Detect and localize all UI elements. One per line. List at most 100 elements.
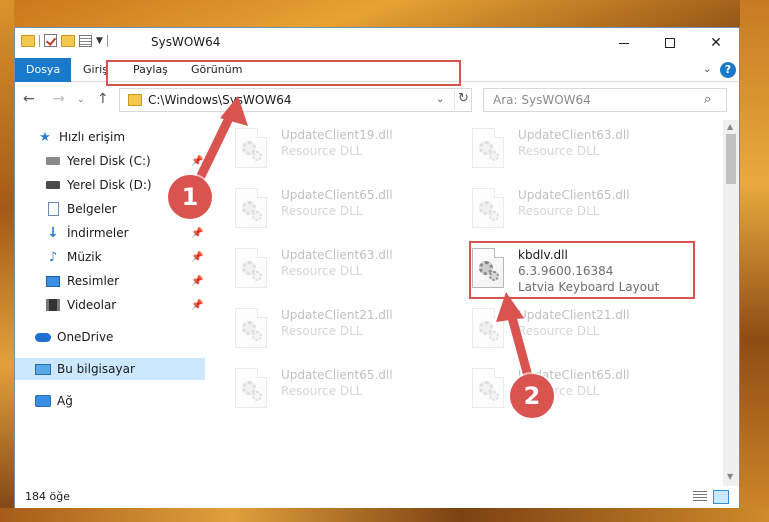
details-view-icon[interactable] bbox=[693, 491, 707, 503]
folder-icon bbox=[128, 94, 142, 106]
sidebar-item-onedrive[interactable]: OneDrive bbox=[15, 326, 205, 348]
file-type: Resource DLL bbox=[281, 264, 363, 278]
ribbon-expand-icon[interactable]: ⌄ bbox=[703, 64, 711, 75]
sidebar-item-label: OneDrive bbox=[57, 330, 114, 344]
pin-icon[interactable]: 📌 bbox=[191, 252, 203, 263]
file-name: UpdateClient63.dll bbox=[518, 128, 630, 142]
list-item[interactable]: UpdateClient63.dll Resource DLL bbox=[472, 124, 692, 176]
dll-file-icon bbox=[472, 368, 504, 408]
file-name: UpdateClient21.dll bbox=[281, 308, 393, 322]
music-icon: ♪ bbox=[48, 249, 58, 265]
picture-icon bbox=[45, 274, 61, 288]
file-name: UpdateClient65.dll bbox=[281, 368, 393, 382]
list-item[interactable]: UpdateClient65.dll Resource DLL bbox=[472, 184, 692, 236]
back-arrow-icon[interactable]: ← bbox=[23, 91, 35, 107]
item-count: 184 öğe bbox=[25, 490, 70, 503]
pin-icon[interactable]: 📌 bbox=[191, 276, 203, 287]
sidebar-item-downloads[interactable]: ↓ İndirmeler 📌 bbox=[15, 222, 205, 244]
vertical-scrollbar[interactable]: ▲ ▼ bbox=[723, 120, 739, 486]
sidebar-item-pictures[interactable]: Resimler 📌 bbox=[15, 270, 205, 292]
properties-check-icon[interactable] bbox=[44, 34, 57, 47]
list-item[interactable]: UpdateClient65.dll Resource DLL bbox=[472, 364, 692, 416]
dll-file-icon bbox=[235, 188, 267, 228]
pin-icon[interactable]: 📌 bbox=[191, 156, 203, 167]
list-item[interactable]: UpdateClient65.dll Resource DLL bbox=[235, 184, 455, 236]
pin-icon[interactable]: 📌 bbox=[191, 300, 203, 311]
scroll-down-icon[interactable]: ▼ bbox=[727, 472, 733, 481]
scroll-up-icon[interactable]: ▲ bbox=[727, 122, 733, 131]
close-button[interactable]: ✕ bbox=[693, 28, 739, 58]
sidebar-item-label: Ağ bbox=[57, 394, 73, 408]
list-item[interactable]: UpdateClient21.dll Resource DLL bbox=[235, 304, 455, 356]
list-item[interactable]: UpdateClient21.dll Resource DLL bbox=[472, 304, 692, 356]
address-history-chevron-icon[interactable]: ⌄ bbox=[436, 94, 444, 105]
drive-icon bbox=[45, 178, 61, 192]
refresh-icon[interactable]: ↻ bbox=[454, 91, 472, 109]
sidebar-item-label: Yerel Disk (C:) bbox=[67, 154, 151, 168]
dll-file-icon bbox=[235, 128, 267, 168]
minimize-button[interactable] bbox=[601, 28, 647, 58]
up-arrow-icon[interactable]: ↑ bbox=[97, 91, 109, 107]
close-icon: ✕ bbox=[710, 35, 722, 51]
sidebar-item-videos[interactable]: Videolar 📌 bbox=[15, 294, 205, 316]
sidebar-item-network[interactable]: Ağ bbox=[15, 390, 205, 412]
list-item[interactable]: UpdateClient19.dll Resource DLL bbox=[235, 124, 455, 176]
address-highlight-box bbox=[106, 60, 461, 86]
search-input[interactable]: Ara: SysWOW64 bbox=[493, 93, 591, 107]
file-type: Resource DLL bbox=[518, 144, 600, 158]
download-icon: ↓ bbox=[47, 225, 59, 241]
title-bar: ▼ SysWOW64 ✕ bbox=[15, 28, 739, 58]
new-folder-icon[interactable] bbox=[61, 34, 75, 47]
window-title: SysWOW64 bbox=[151, 35, 221, 49]
maximize-icon bbox=[665, 38, 675, 48]
desktop-background-right bbox=[740, 0, 769, 522]
desktop-background-left bbox=[0, 0, 14, 522]
star-icon: ★ bbox=[39, 129, 51, 145]
file-type: Resource DLL bbox=[518, 204, 600, 218]
file-type: Resource DLL bbox=[281, 324, 363, 338]
help-icon[interactable]: ? bbox=[720, 62, 736, 78]
search-box[interactable]: Ara: SysWOW64 ⌕ bbox=[483, 88, 727, 112]
sidebar-item-quick-access[interactable]: ★ Hızlı erişim bbox=[15, 126, 205, 148]
video-icon bbox=[45, 298, 61, 312]
file-type: Resource DLL bbox=[281, 204, 363, 218]
dll-file-icon bbox=[235, 248, 267, 288]
file-name: UpdateClient63.dll bbox=[281, 248, 393, 262]
sidebar-item-label: Hızlı erişim bbox=[59, 130, 126, 144]
sidebar-item-label: Yerel Disk (D:) bbox=[67, 178, 152, 192]
forward-arrow-icon[interactable]: → bbox=[53, 91, 65, 107]
address-bar[interactable]: C:\Windows\SysWOW64 ⌄ ↻ bbox=[119, 88, 472, 112]
toolbar-separator bbox=[106, 34, 108, 47]
list-item[interactable]: UpdateClient63.dll Resource DLL bbox=[235, 244, 455, 296]
sidebar-item-this-pc[interactable]: Bu bilgisayar bbox=[15, 358, 205, 380]
chevron-down-icon[interactable]: ▼ bbox=[96, 36, 103, 46]
navigation-bar: ← → ⌄ ↑ C:\Windows\SysWOW64 ⌄ ↻ Ara: Sys… bbox=[15, 83, 739, 117]
drive-icon bbox=[45, 154, 61, 168]
sidebar-item-label: Bu bilgisayar bbox=[57, 362, 135, 376]
list-item[interactable]: UpdateClient65.dll Resource DLL bbox=[235, 364, 455, 416]
file-type: Resource DLL bbox=[281, 384, 363, 398]
file-name: UpdateClient19.dll bbox=[281, 128, 393, 142]
file-name: UpdateClient65.dll bbox=[281, 188, 393, 202]
properties-icon[interactable] bbox=[79, 34, 92, 47]
tab-file[interactable]: Dosya bbox=[15, 58, 72, 82]
sidebar-item-music[interactable]: ♪ Müzik 📌 bbox=[15, 246, 205, 268]
maximize-button[interactable] bbox=[647, 28, 693, 58]
desktop-background-bottom bbox=[0, 508, 769, 522]
scroll-thumb[interactable] bbox=[726, 134, 736, 184]
navigation-pane: ★ Hızlı erişim Yerel Disk (C:) 📌 Yerel D… bbox=[15, 120, 205, 486]
status-bar: 184 öğe bbox=[15, 486, 739, 508]
address-path[interactable]: C:\Windows\SysWOW64 bbox=[148, 93, 292, 107]
dll-file-icon bbox=[472, 128, 504, 168]
dll-file-icon bbox=[235, 368, 267, 408]
pin-icon[interactable]: 📌 bbox=[191, 228, 203, 239]
step-1-badge: 1 bbox=[168, 175, 212, 219]
large-icons-view-icon[interactable] bbox=[713, 490, 729, 504]
sidebar-item-label: Müzik bbox=[67, 250, 102, 264]
folder-icon[interactable] bbox=[21, 34, 35, 47]
search-icon[interactable]: ⌕ bbox=[704, 92, 711, 107]
step-2-badge: 2 bbox=[510, 374, 554, 418]
toolbar-separator bbox=[39, 34, 40, 47]
recent-locations-chevron-icon[interactable]: ⌄ bbox=[77, 95, 85, 105]
sidebar-item-local-disk-c[interactable]: Yerel Disk (C:) 📌 bbox=[15, 150, 205, 172]
